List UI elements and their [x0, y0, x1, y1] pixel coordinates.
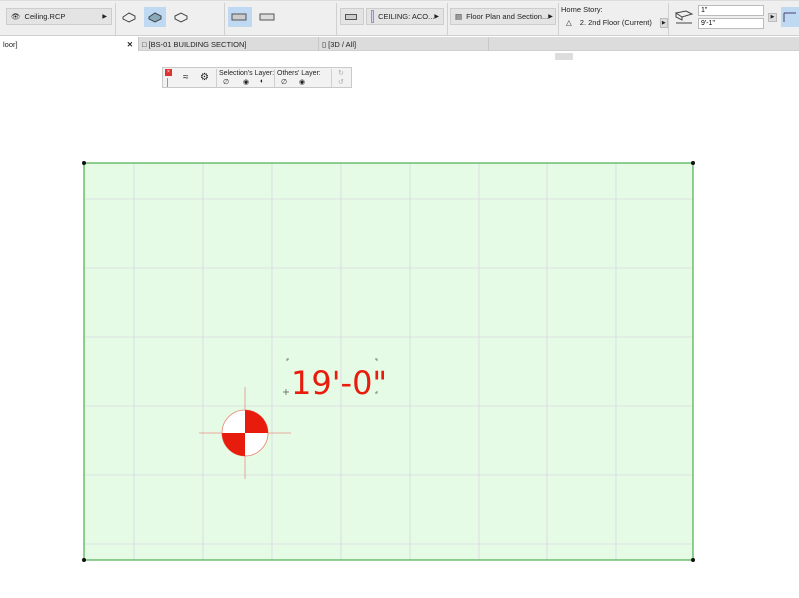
- undo-icon[interactable]: ↺: [338, 78, 344, 86]
- layer-dropdown[interactable]: CEILING: ACO... ▶: [366, 8, 444, 25]
- layer-icon: [371, 10, 375, 23]
- story-icon: △: [566, 18, 572, 27]
- lock-others-layer-icon[interactable]: ◉: [299, 78, 305, 86]
- tab-floor-plan[interactable]: loor] ✕: [0, 37, 139, 51]
- slab-bottom-icon[interactable]: [144, 7, 166, 27]
- fill-pattern-icon[interactable]: [228, 7, 252, 27]
- corner-hotspot[interactable]: [691, 558, 695, 562]
- hide-selection-layer-icon[interactable]: ∅: [223, 78, 229, 86]
- close-icon[interactable]: ✕: [127, 40, 133, 49]
- dimension-text[interactable]: 19'-0": [291, 364, 387, 402]
- floor-plan-display-dropdown[interactable]: ▤ Floor Plan and Section... ▶: [450, 8, 556, 25]
- tab-building-section[interactable]: □ [BS-01 BUILDING SECTION]: [139, 37, 319, 51]
- slab-top-icon[interactable]: [118, 7, 140, 27]
- layer-palette: × ≈ ⚙ Selection's Layer: ∅ ◉ ◐ Others' L…: [162, 67, 352, 88]
- redo-icon[interactable]: ↻: [338, 69, 344, 77]
- show-all-layers-icon[interactable]: ≈: [183, 72, 189, 83]
- floor-plan-icon: ▤: [455, 12, 463, 21]
- ceiling-slab[interactable]: [84, 163, 693, 560]
- thickness-height-icon: [672, 7, 696, 27]
- corner-hotspot[interactable]: [82, 558, 86, 562]
- section-icon: □: [142, 39, 147, 49]
- fill-pattern-alt-icon[interactable]: [256, 7, 280, 27]
- fill-type-dropdown[interactable]: [340, 8, 364, 25]
- corner-hotspot[interactable]: [691, 161, 695, 165]
- close-palette-button[interactable]: ×: [165, 69, 172, 76]
- home-story-dropdown[interactable]: △ 2. 2nd Floor (Current) ▶: [566, 18, 668, 28]
- corner-hotspot[interactable]: [82, 161, 86, 165]
- profile-icon[interactable]: [781, 7, 799, 27]
- tab-3d-all[interactable]: ▯ [3D / All]: [319, 37, 489, 51]
- others-layer-label: Others' Layer:: [277, 70, 321, 77]
- home-story-label: Home Story:: [561, 5, 603, 14]
- lock-selection-layer-icon[interactable]: ◉: [243, 78, 249, 86]
- lock-layers-icon[interactable]: ⚙: [200, 72, 209, 83]
- wireframe-selection-layer-icon[interactable]: ◐: [260, 78, 264, 85]
- hide-others-layer-icon[interactable]: ∅: [281, 78, 287, 86]
- drawing-svg: 19'-0": [82, 161, 695, 562]
- slab-core-icon[interactable]: [170, 7, 192, 27]
- view-tabs: loor] ✕ □ [BS-01 BUILDING SECTION] ▯ [3D…: [0, 37, 799, 51]
- toolbar: 👁 Ceiling.RCP ▶ CEILING: ACO... ▶ ▤ Floor …: [0, 0, 799, 36]
- height-field[interactable]: [698, 18, 764, 29]
- view-set-dropdown[interactable]: 👁 Ceiling.RCP ▶: [6, 8, 112, 25]
- eye-icon: 👁: [11, 12, 21, 21]
- thickness-field[interactable]: [698, 5, 764, 16]
- selection-layer-label: Selection's Layer:: [219, 70, 275, 77]
- more-button[interactable]: ▶: [768, 13, 777, 22]
- 3d-icon: ▯: [322, 39, 327, 49]
- drawing-canvas[interactable]: 19'-0": [0, 52, 799, 596]
